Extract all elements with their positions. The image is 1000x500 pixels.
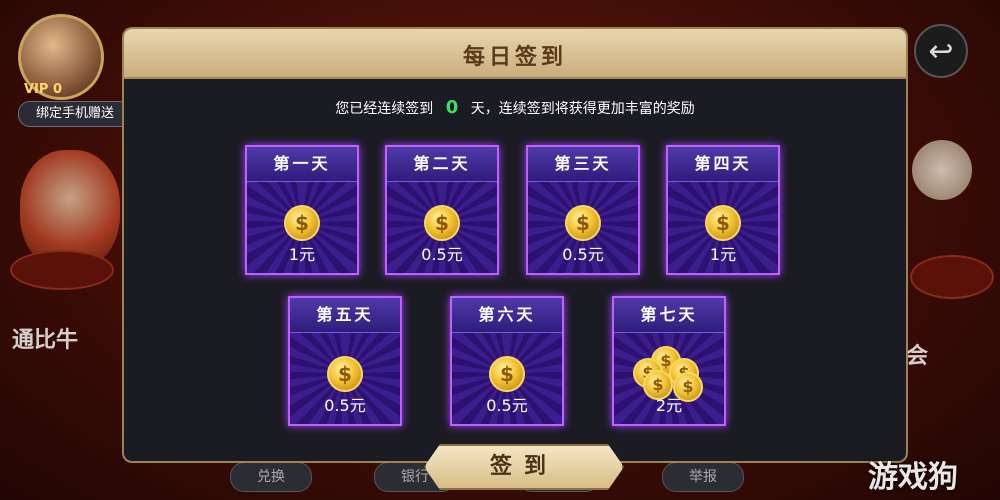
signin-button[interactable]: 签到 bbox=[424, 444, 624, 490]
day-card-1[interactable]: 第一天 $ 1元 bbox=[245, 145, 359, 275]
bind-phone-button[interactable]: 绑定手机赠送 bbox=[18, 101, 132, 127]
day-reward: 0.5元 bbox=[562, 245, 604, 264]
info-suffix: 天，连续签到将获得更加丰富的奖励 bbox=[470, 101, 695, 117]
day-label: 第四天 bbox=[668, 147, 778, 182]
coin-icon: $ bbox=[705, 205, 741, 241]
info-prefix: 您已经连续签到 bbox=[335, 101, 434, 117]
decor-circle-right bbox=[912, 140, 972, 200]
promo-text-right: 会 bbox=[906, 344, 929, 369]
day-label: 第三天 bbox=[528, 147, 638, 182]
day-reward: 1元 bbox=[709, 245, 737, 264]
day-label: 第二天 bbox=[387, 147, 497, 182]
day-reward: 1元 bbox=[288, 245, 316, 264]
promo-text-left: 通比牛 bbox=[12, 328, 79, 353]
back-button[interactable]: ↩ bbox=[914, 24, 968, 78]
day-label: 第六天 bbox=[452, 298, 562, 333]
day-reward: 0.5元 bbox=[486, 396, 528, 415]
coin-icon: $ bbox=[284, 205, 320, 241]
day-label: 第七天 bbox=[614, 298, 724, 333]
day-label: 第一天 bbox=[247, 147, 357, 182]
watermark-logo: 游戏狗 bbox=[868, 460, 958, 495]
daily-signin-dialog: 每日签到 您已经连续签到 0 天，连续签到将获得更加丰富的奖励 第一天 $ 1元… bbox=[122, 27, 908, 463]
dialog-header: 每日签到 bbox=[124, 29, 906, 79]
back-arrow-icon: ↩ bbox=[928, 34, 954, 69]
coin-icon: $ bbox=[565, 205, 601, 241]
day-card-7[interactable]: 第七天 $ $ $ $ $ 2元 bbox=[612, 296, 726, 426]
day-reward: 0.5元 bbox=[421, 245, 463, 264]
day-card-2[interactable]: 第二天 $ 0.5元 bbox=[385, 145, 499, 275]
coin-icon: $ bbox=[489, 356, 525, 392]
signin-info: 您已经连续签到 0 天，连续签到将获得更加丰富的奖励 bbox=[124, 97, 906, 118]
day-card-6[interactable]: 第六天 $ 0.5元 bbox=[450, 296, 564, 426]
coin-icon: $ bbox=[327, 356, 363, 392]
dialog-title: 每日签到 bbox=[462, 45, 567, 70]
coin-icon: $ bbox=[424, 205, 460, 241]
day-label: 第五天 bbox=[290, 298, 400, 333]
day-card-5[interactable]: 第五天 $ 0.5元 bbox=[288, 296, 402, 426]
streak-count: 0 bbox=[445, 97, 459, 118]
day-reward: 0.5元 bbox=[324, 396, 366, 415]
day-card-4[interactable]: 第四天 $ 1元 bbox=[666, 145, 780, 275]
report-button[interactable]: 举报 bbox=[662, 462, 744, 492]
day-reward: 2元 bbox=[655, 396, 683, 415]
vip-level: VIP 0 bbox=[24, 82, 62, 97]
decor-plate-right bbox=[910, 255, 994, 299]
decor-plate-left bbox=[10, 250, 114, 290]
exchange-button[interactable]: 兑换 bbox=[230, 462, 312, 492]
day-card-3[interactable]: 第三天 $ 0.5元 bbox=[526, 145, 640, 275]
